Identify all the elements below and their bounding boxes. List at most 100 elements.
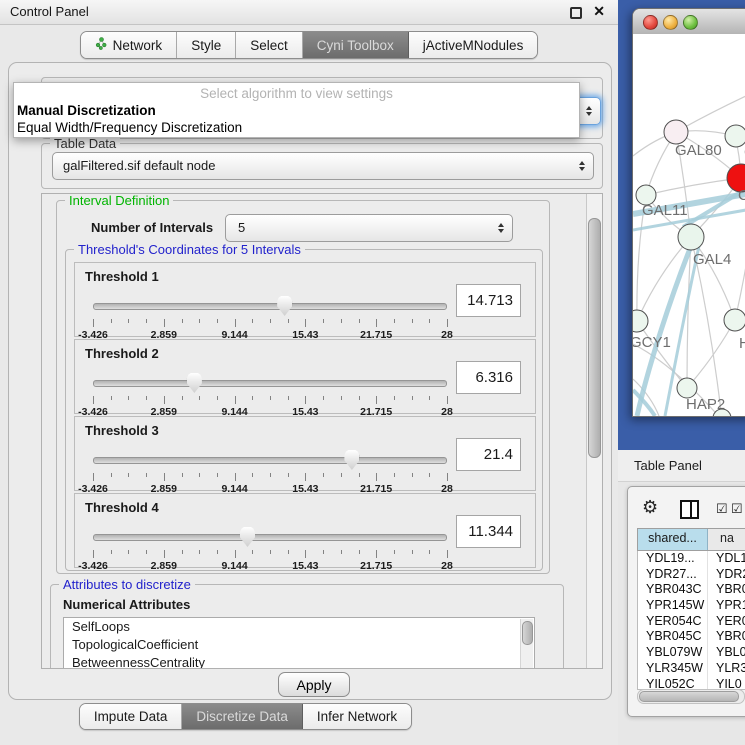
table-panel-section: Table Panel ⚙ ☑ ☑ shared... na YDL19... … (618, 450, 745, 745)
slider-track[interactable] (93, 380, 447, 387)
threshold-slider[interactable]: -3.4262.8599.14415.4321.71528 (93, 445, 447, 489)
column-header-name[interactable]: na (708, 529, 745, 550)
table-cell[interactable]: YDR27... (638, 567, 708, 583)
threshold-value-field[interactable]: 11.344 (456, 515, 521, 548)
table-panel-title: Table Panel (634, 458, 702, 473)
checkbox-icon[interactable]: ☑ (716, 501, 728, 517)
table-horizontal-scrollbar[interactable] (637, 689, 745, 704)
minimize-traffic-light[interactable] (663, 15, 678, 30)
zoom-traffic-light[interactable] (683, 15, 698, 30)
control-panel-titlebar: Control Panel ✕ (0, 0, 618, 25)
table-row[interactable]: YDL19... YDL1 (638, 551, 745, 567)
threshold-slider[interactable]: -3.4262.8599.14415.4321.71528 (93, 291, 447, 335)
cyni-toolbox-panel: Discretization Algorithm Table Data galF… (8, 62, 612, 700)
network-node-label: GAL11 (642, 202, 688, 219)
network-edge-highlighted (683, 189, 745, 227)
table-data-select[interactable]: galFiltered.sif default node (52, 152, 594, 180)
table-cell[interactable]: YER0 (708, 614, 745, 630)
tab[interactable]: Infer Network (303, 704, 411, 729)
table-cell[interactable]: YBR0 (708, 582, 745, 598)
settings-scrollpane: Interval Definition Number of Intervals … (41, 193, 603, 669)
close-traffic-light[interactable] (643, 15, 658, 30)
slider-handle[interactable] (187, 373, 202, 393)
table-cell[interactable]: YPR145W (638, 598, 708, 614)
table-cell[interactable]: YLR345W (638, 661, 708, 677)
threshold-value-field[interactable]: 21.4 (456, 438, 521, 471)
table-row[interactable]: YLR345W YLR3 (638, 661, 745, 677)
checkbox-icon[interactable]: ☑ (731, 501, 743, 517)
table-row[interactable]: YBL079W YBL0 (638, 645, 745, 661)
network-node-label: H (739, 335, 745, 352)
table-cell[interactable]: YIL0 (708, 677, 745, 691)
dropdown-option[interactable]: Equal Width/Frequency Discretization (14, 119, 579, 136)
threshold-value-field[interactable]: 14.713 (456, 284, 521, 317)
apply-button[interactable]: Apply (278, 672, 350, 697)
slider-ticks (93, 396, 447, 405)
table-cell[interactable]: YDR2 (708, 567, 745, 583)
tab[interactable]: Network (81, 32, 178, 58)
table-cell[interactable]: YDL1 (708, 551, 745, 567)
tab[interactable]: Cyni Toolbox (303, 32, 409, 58)
cyni-mode-tabs: Impute Data Discretize Data Infer Networ… (79, 703, 412, 730)
bottom-tab-row: Impute Data Discretize Data Infer Networ… (0, 703, 491, 730)
tab[interactable]: Style (177, 32, 236, 58)
slider-handle[interactable] (240, 527, 255, 547)
close-icon[interactable]: ✕ (593, 3, 605, 20)
slider-track[interactable] (93, 303, 447, 310)
slider-track[interactable] (93, 457, 447, 464)
slider-track[interactable] (93, 534, 447, 541)
tab[interactable]: Impute Data (80, 704, 183, 729)
tab[interactable]: Select (236, 32, 303, 58)
table-cell[interactable]: YLR3 (708, 661, 745, 677)
tab-label: Cyni Toolbox (317, 38, 394, 53)
attribute-list-item[interactable]: BetweennessCentrality (64, 654, 534, 669)
table-cell[interactable]: YBL079W (638, 645, 708, 661)
attribute-list-item[interactable]: SelfLoops (64, 618, 534, 636)
slider-handle[interactable] (344, 450, 359, 470)
tab-label: Infer Network (317, 709, 397, 724)
scrollbar-thumb[interactable] (522, 621, 533, 645)
table-cell[interactable]: YBR045C (638, 629, 708, 645)
threshold-panel: Threshold 2 -3.4262.8599.14415.4321.7152… (74, 339, 536, 414)
slider-handle[interactable] (277, 296, 292, 316)
table-row[interactable]: YPR145W YPR1 (638, 598, 745, 614)
numerical-attributes-label: Numerical Attributes (63, 597, 190, 612)
threshold-slider[interactable]: -3.4262.8599.14415.4321.71528 (93, 522, 447, 566)
table-panel-window: ⚙ ☑ ☑ shared... na YDL19... YDL1 (627, 486, 745, 717)
table-data-group: Table Data galFiltered.sif default node (41, 143, 603, 189)
network-canvas[interactable]: GAL80GACGAL11GAL4GCY1HHAP2 (633, 34, 745, 416)
threshold-value-field[interactable]: 6.316 (456, 361, 521, 394)
dropdown-option[interactable]: Manual Discretization (14, 102, 579, 119)
table-row[interactable]: YDR27... YDR2 (638, 567, 745, 583)
table-cell[interactable]: YBR0 (708, 629, 745, 645)
settings-vertical-scrollbar[interactable] (586, 194, 602, 668)
float-window-icon[interactable] (570, 7, 582, 19)
split-columns-icon[interactable] (680, 500, 699, 519)
column-header-shared-name[interactable]: shared... (638, 529, 708, 550)
interval-definition-group: Interval Definition Number of Intervals … (56, 200, 550, 574)
attributes-list-scrollbar[interactable] (520, 619, 533, 669)
threshold-slider[interactable]: -3.4262.8599.14415.4321.71528 (93, 368, 447, 412)
table-row[interactable]: YBR043C YBR0 (638, 582, 745, 598)
table-cell[interactable]: YDL19... (638, 551, 708, 567)
network-icon (95, 37, 108, 53)
table-row[interactable]: YER054C YER0 (638, 614, 745, 630)
scrollbar-thumb[interactable] (588, 218, 601, 458)
table-cell[interactable]: YPR1 (708, 598, 745, 614)
number-of-intervals-spinner[interactable]: 5 (225, 214, 513, 242)
gear-icon[interactable]: ⚙ (642, 497, 658, 518)
table-cell[interactable]: YER054C (638, 614, 708, 630)
table-cell[interactable]: YBR043C (638, 582, 708, 598)
table-cell[interactable]: YBL0 (708, 645, 745, 661)
table-row[interactable]: YBR045C YBR0 (638, 629, 745, 645)
tab[interactable]: Discretize Data (182, 704, 303, 729)
table-cell[interactable]: YIL052C (638, 677, 708, 691)
attribute-list-item[interactable]: TopologicalCoefficient (64, 636, 534, 654)
tab-label: Network (113, 38, 163, 53)
tab[interactable]: jActiveMNodules (409, 32, 538, 58)
network-edge (637, 237, 691, 321)
scrollbar-thumb[interactable] (639, 691, 739, 702)
combo-arrows-icon (586, 106, 592, 116)
thresholds-group: Threshold's Coordinates for 5 Intervals … (65, 249, 543, 571)
table-row[interactable]: YIL052C YIL0 (638, 677, 745, 691)
